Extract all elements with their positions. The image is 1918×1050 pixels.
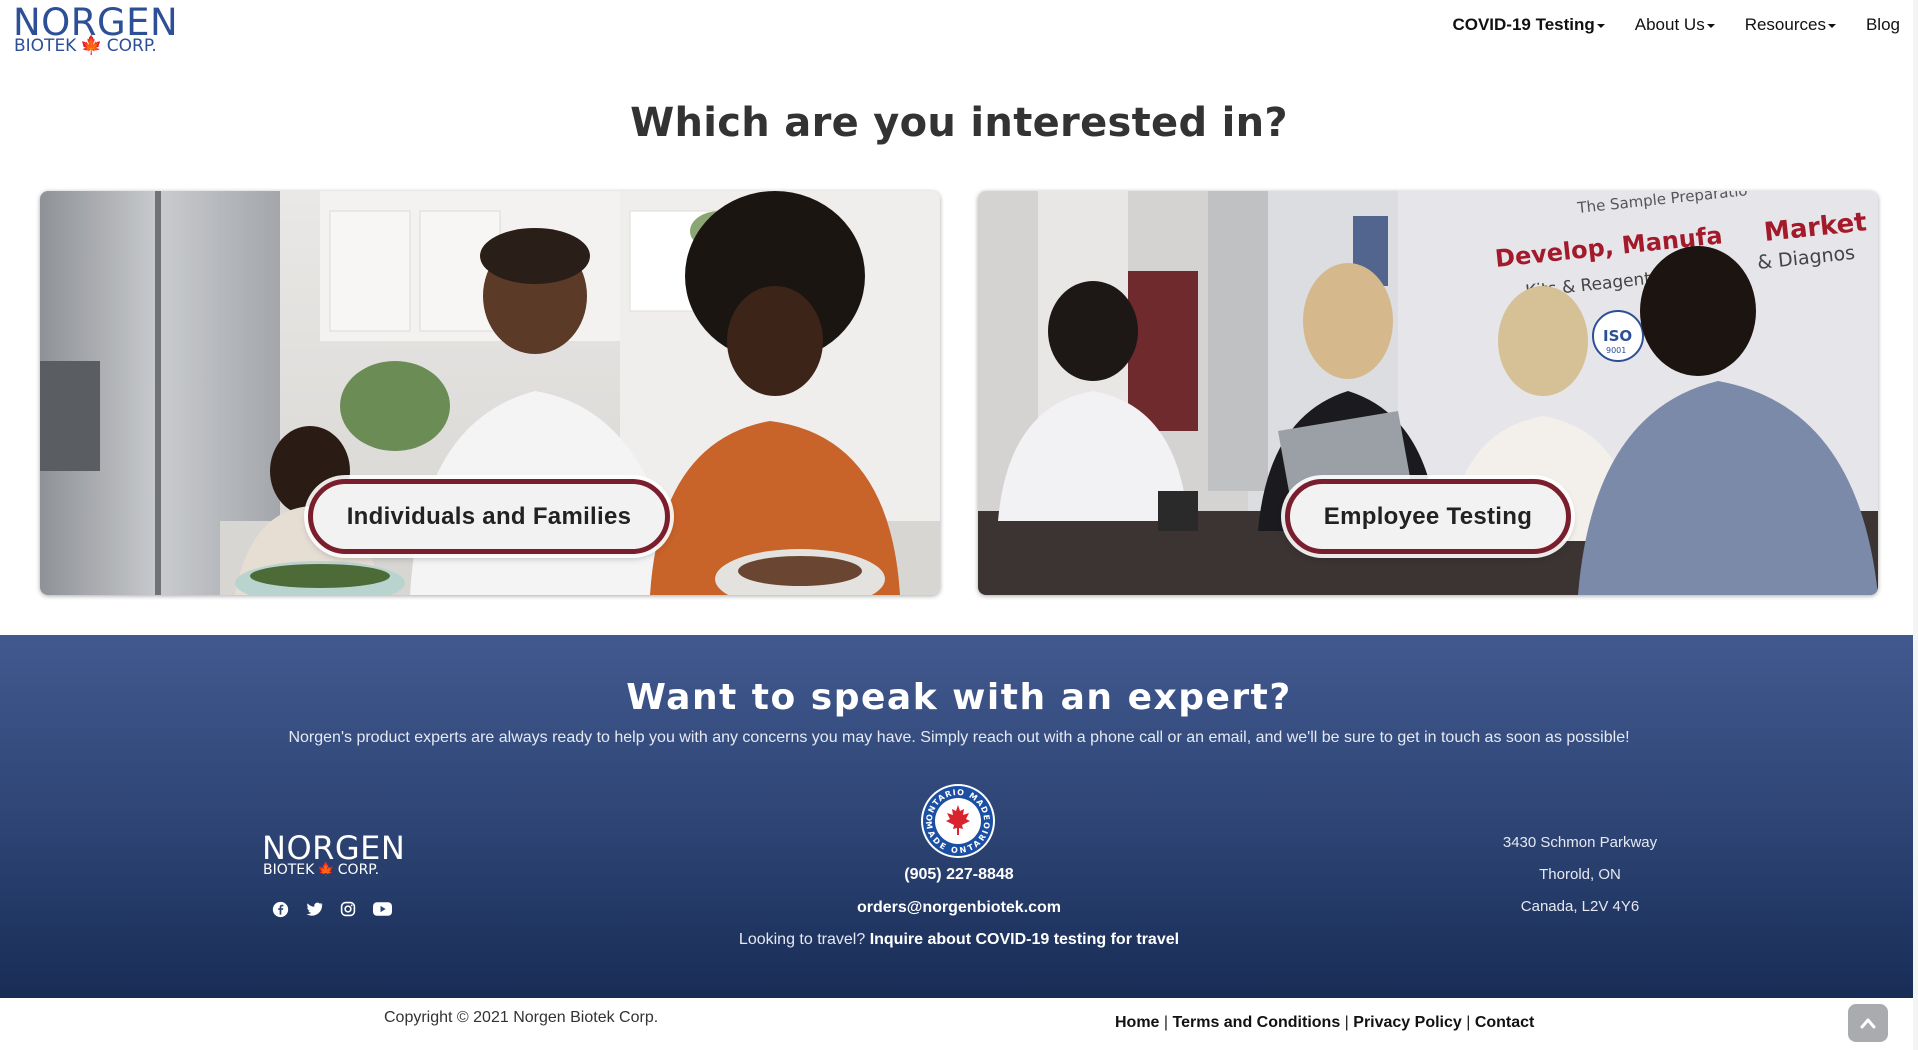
logo-biotek: BIOTEK [14, 36, 77, 56]
card-individuals-families[interactable]: Individuals and Families [40, 191, 940, 595]
nav-resources-label: Resources [1744, 15, 1826, 34]
individuals-families-button[interactable]: Individuals and Families [308, 479, 670, 554]
main-nav: COVID-19 Testing About Us Resources Blog [1452, 12, 1900, 38]
expert-section: Want to speak with an expert? Norgen's p… [0, 635, 1918, 998]
nav-covid-label: COVID-19 Testing [1452, 15, 1595, 34]
logo-corp: CORP. [106, 36, 157, 56]
nav-about-label: About Us [1634, 15, 1705, 34]
nav-about-us[interactable]: About Us [1635, 12, 1715, 38]
iso-mark-sub: 9001 [1606, 346, 1626, 355]
nav-resources[interactable]: Resources [1745, 12, 1836, 38]
caret-down-icon [1827, 23, 1836, 28]
scroll-to-top-button[interactable] [1848, 1004, 1888, 1042]
scrollbar-track[interactable] [1913, 0, 1918, 1050]
page-title: Which are you interested in? [630, 100, 1288, 146]
travel-inquiry-link[interactable]: Inquire about COVID-19 testing for trave… [870, 931, 1179, 948]
address-line-1: 3430 Schmon Parkway [1502, 834, 1658, 851]
expert-subtitle: Norgen's product experts are always read… [288, 729, 1630, 746]
nav-blog-label: Blog [1865, 15, 1900, 34]
expert-title: Want to speak with an expert? [626, 677, 1292, 718]
caret-down-icon [1596, 23, 1605, 28]
travel-prefix: Looking to travel? [738, 931, 866, 948]
norgen-logo[interactable]: NORGEN BIOTEK 🍁 CORP. [13, 4, 178, 56]
maple-leaf-icon: 🍁 [80, 35, 103, 56]
logo-subline: BIOTEK 🍁 CORP. [14, 35, 157, 56]
footer-link-contact[interactable]: Contact [1475, 1014, 1535, 1031]
travel-inquiry: Looking to travel? Inquire about COVID-1… [0, 931, 1918, 949]
iso-mark: ISO [1603, 327, 1632, 345]
caret-down-icon [1706, 23, 1715, 28]
nav-blog[interactable]: Blog [1866, 12, 1900, 38]
chevron-up-icon [1860, 1018, 1876, 1029]
employee-testing-button[interactable]: Employee Testing [1285, 479, 1571, 554]
company-address: 3430 Schmon Parkway Thorold, ON Canada, … [1480, 827, 1680, 923]
footer-links: Home | Terms and Conditions | Privacy Po… [1115, 1014, 1535, 1031]
card-employee-testing[interactable]: The Sample Preparatio Develop, Manufa Ma… [978, 191, 1878, 595]
copyright-text: Copyright © 2021 Norgen Biotek Corp. [384, 1009, 659, 1026]
footer-link-home[interactable]: Home [1115, 1014, 1159, 1031]
ontario-made-badge: ONTARIO MADE MADE ONTARIO [920, 783, 996, 859]
site-header: NORGEN BIOTEK 🍁 CORP. COVID-19 Testing Abo… [0, 0, 1918, 62]
footer-logo-wordmark: NORGEN [262, 829, 406, 867]
address-line-2: Thorold, ON [1539, 866, 1621, 883]
nav-covid-testing[interactable]: COVID-19 Testing [1452, 12, 1605, 38]
address-line-3: Canada, L2V 4Y6 [1520, 898, 1640, 915]
footer-link-privacy[interactable]: Privacy Policy [1353, 1014, 1462, 1031]
footer-link-terms[interactable]: Terms and Conditions [1173, 1014, 1341, 1031]
